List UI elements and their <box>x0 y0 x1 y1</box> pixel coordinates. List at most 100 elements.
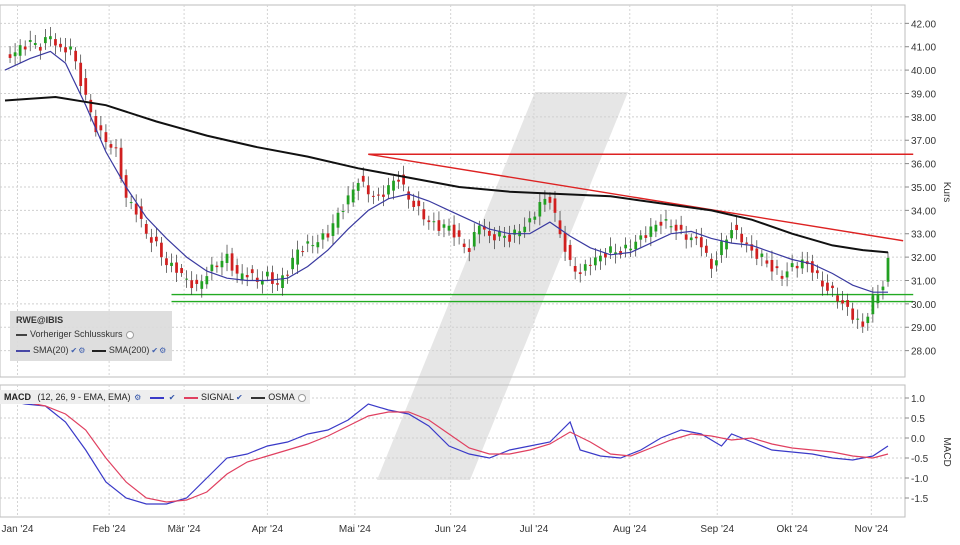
check-icon[interactable]: ✔ <box>71 346 78 355</box>
price-y-tick-label: 36.00 <box>911 160 936 171</box>
price-y-tick-label: 40.00 <box>911 66 936 77</box>
candle-body <box>185 278 189 280</box>
candle-body <box>704 245 708 253</box>
candle-body <box>558 220 562 235</box>
macd-legend-title: MACD <box>4 392 31 402</box>
candle-body <box>23 46 27 50</box>
candle-body <box>720 241 723 256</box>
candle-body <box>210 264 214 272</box>
gear-icon[interactable]: ⚙ <box>134 393 141 402</box>
candle-body <box>301 251 305 253</box>
osma-swatch-icon <box>251 396 266 399</box>
x-tick-label: Aug '24 <box>613 524 647 535</box>
price-y-tick-label: 37.00 <box>911 136 936 147</box>
visibility-toggle-icon[interactable] <box>125 330 134 339</box>
x-tick-label: Mär '24 <box>168 524 201 535</box>
candle-body <box>886 257 890 282</box>
candle-body <box>730 230 733 239</box>
candle-body <box>49 36 52 40</box>
candle-body <box>144 223 148 234</box>
candle-body <box>8 54 12 58</box>
signal-swatch-icon <box>183 396 198 399</box>
candle-body <box>578 272 582 274</box>
macd-legend: MACD (12, 26, 9 - EMA, EMA) ⚙ ✔ SIGNAL ✔ … <box>0 390 310 404</box>
candle-body <box>563 232 567 252</box>
candle-body <box>679 224 683 230</box>
check-icon[interactable]: ✔ <box>236 393 243 402</box>
candle-body <box>790 263 794 268</box>
x-tick-label: Sep '24 <box>700 524 734 535</box>
candle-body <box>180 268 183 274</box>
candle-body <box>84 78 88 95</box>
candle-body <box>866 316 870 324</box>
candle-body <box>427 220 431 223</box>
gear-icon[interactable]: ⚙ <box>78 346 85 355</box>
candle-body <box>836 295 839 302</box>
candle-body <box>351 189 355 203</box>
candle-body <box>346 195 350 205</box>
candle-body <box>639 235 643 240</box>
candle-body <box>785 271 789 278</box>
gear-icon[interactable]: ⚙ <box>159 346 166 355</box>
candle-body <box>392 180 395 191</box>
candle-body <box>64 47 67 53</box>
candle-body <box>745 242 749 244</box>
candle-body <box>871 295 875 315</box>
candle-body <box>533 216 537 220</box>
candle-body <box>740 233 744 243</box>
price-legend: RWE@IBIS Vorheriger Schlusskurs SMA(20) ✔… <box>10 311 172 361</box>
macd-y-tick-label: -0.5 <box>911 454 929 465</box>
candle-body <box>826 282 829 291</box>
candle-body <box>437 220 441 231</box>
candle-body <box>846 300 850 307</box>
price-y-tick-label: 30.00 <box>911 300 936 311</box>
candle-body <box>165 258 168 266</box>
candle-body <box>488 230 491 236</box>
candle-body <box>356 182 360 191</box>
candle-body <box>250 269 254 274</box>
sma200-line <box>4 95 889 254</box>
legend-prev-close-label: Vorheriger Schlusskurs <box>30 329 123 339</box>
candle-body <box>755 248 759 259</box>
candle-body <box>220 260 224 268</box>
candle-body <box>296 249 300 265</box>
candle-body <box>699 237 703 248</box>
candle-body <box>795 265 799 269</box>
candle-body <box>568 244 572 260</box>
candle-body <box>593 257 597 266</box>
legend-sma: SMA(20) ✔⚙ SMA(200) ✔⚙ <box>16 345 166 355</box>
price-axis-label: Kurs <box>941 182 952 203</box>
chart-canvas: 42.00 41.00 40.00 39.00 38.00 37.00 36.00 35.00… <box>0 4 952 535</box>
candle-body <box>311 245 315 247</box>
x-axis: Jan '24 Feb '24 Mär '24 Apr '24 Mai '24 Jun '… <box>2 524 889 535</box>
candle-body <box>800 259 804 269</box>
candle-body <box>775 266 779 269</box>
legend-prev-close[interactable]: Vorheriger Schlusskurs <box>16 329 134 339</box>
candle-body <box>18 45 22 56</box>
check-icon[interactable]: ✔ <box>151 346 158 355</box>
candle-body <box>624 244 628 249</box>
price-y-tick-label: 39.00 <box>911 89 936 100</box>
candle-body <box>523 226 527 233</box>
candlesticks <box>8 27 890 333</box>
sma200-swatch-icon <box>91 349 106 352</box>
price-y-tick-label: 38.00 <box>911 113 936 124</box>
visibility-toggle-icon[interactable] <box>297 393 306 402</box>
candle-body <box>715 260 718 266</box>
candle-body <box>548 196 552 203</box>
candle-body <box>881 286 885 291</box>
candle-body <box>654 224 658 232</box>
x-tick-label: Okt '24 <box>777 524 809 535</box>
candle-body <box>432 221 436 223</box>
candle-body <box>447 225 451 231</box>
candle-body <box>276 283 279 285</box>
candle-body <box>43 37 47 44</box>
candle-body <box>493 234 496 241</box>
check-icon[interactable]: ✔ <box>169 393 176 402</box>
candle-body <box>109 144 113 148</box>
candle-body <box>69 46 72 50</box>
candle-body <box>205 276 209 285</box>
candle-body <box>649 226 653 237</box>
candle-body <box>780 275 784 279</box>
candle-body <box>573 266 577 272</box>
